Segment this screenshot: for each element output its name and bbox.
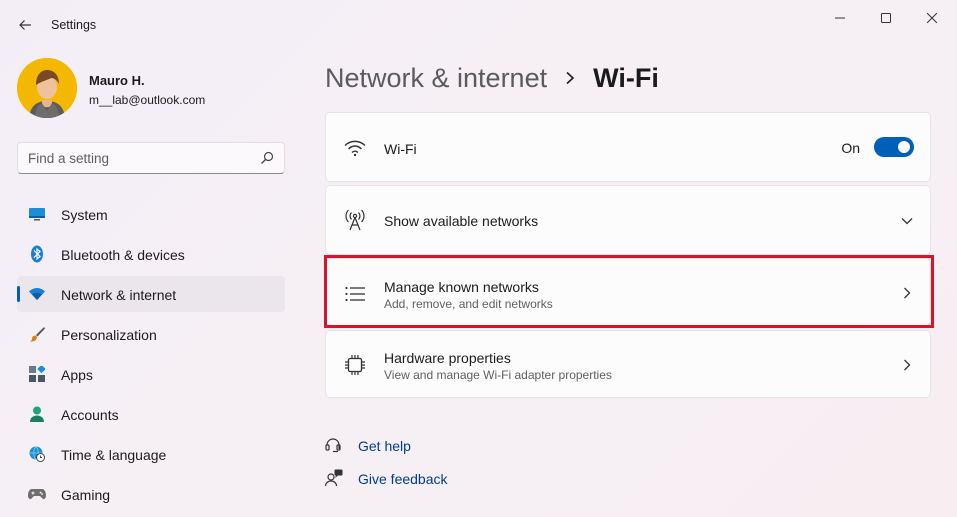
antenna-icon — [344, 209, 366, 231]
wifi-signal-icon — [344, 137, 366, 159]
show-networks-card[interactable]: Show available networks — [325, 185, 931, 255]
show-networks-title: Show available networks — [384, 213, 539, 229]
back-button[interactable] — [12, 12, 38, 38]
apps-icon — [28, 366, 46, 382]
user-email: m__lab@outlook.com — [89, 93, 206, 107]
user-name: Mauro H. — [89, 73, 145, 88]
manage-networks-title: Manage known networks — [384, 279, 539, 295]
sidebar-item-label: System — [61, 207, 108, 223]
bluetooth-icon — [28, 245, 46, 263]
maximize-button[interactable] — [863, 4, 909, 32]
wifi-icon — [28, 286, 46, 302]
get-help-link[interactable]: Get help — [325, 435, 525, 457]
give-feedback-link[interactable]: Give feedback — [325, 468, 525, 490]
get-help-label: Get help — [358, 438, 411, 454]
help-icon — [325, 436, 343, 454]
sidebar-item-gaming[interactable]: Gaming — [17, 476, 285, 512]
search-input[interactable] — [28, 143, 253, 173]
avatar — [17, 58, 77, 118]
feedback-icon — [325, 469, 343, 487]
wifi-toggle-switch[interactable] — [874, 137, 914, 157]
back-arrow-icon — [19, 20, 31, 30]
globe-clock-icon — [28, 446, 46, 462]
manage-networks-subtitle: Add, remove, and edit networks — [384, 297, 553, 311]
sidebar-item-label: Bluetooth & devices — [61, 247, 185, 263]
title-bar: Settings — [0, 0, 957, 50]
sidebar-item-system[interactable]: System — [17, 196, 285, 232]
chip-icon — [344, 354, 366, 376]
close-icon — [927, 13, 937, 23]
toggle-knob — [898, 141, 910, 153]
brush-icon — [28, 326, 46, 342]
sidebar-item-time-language[interactable]: Time & language — [17, 436, 285, 472]
sidebar-item-personalization[interactable]: Personalization — [17, 316, 285, 352]
hardware-properties-title: Hardware properties — [384, 350, 511, 366]
chevron-down-icon — [900, 214, 914, 228]
system-icon — [28, 206, 46, 222]
breadcrumb: Network & internet Wi-Fi — [325, 58, 659, 98]
sidebar-item-label: Gaming — [61, 487, 111, 503]
minimize-button[interactable] — [817, 4, 863, 32]
give-feedback-label: Give feedback — [358, 471, 448, 487]
breadcrumb-separator-icon — [565, 71, 575, 85]
sidebar-item-label: Network & internet — [61, 287, 177, 303]
sidebar-item-apps[interactable]: Apps — [17, 356, 285, 392]
gamepad-icon — [28, 486, 46, 502]
sidebar-item-label: Accounts — [61, 407, 119, 423]
chevron-right-icon — [900, 286, 914, 300]
search-box[interactable] — [17, 142, 285, 174]
breadcrumb-parent[interactable]: Network & internet — [325, 63, 547, 94]
hardware-properties-subtitle: View and manage Wi-Fi adapter properties — [384, 368, 612, 382]
app-title: Settings — [51, 18, 97, 32]
avatar-person-icon — [17, 58, 77, 118]
sidebar-item-label: Personalization — [61, 327, 157, 343]
sidebar-item-bluetooth[interactable]: Bluetooth & devices — [17, 236, 285, 272]
wifi-title: Wi-Fi — [384, 141, 417, 157]
settings-window: Settings Mauro H. m__lab@outlook.com Fin… — [0, 0, 957, 517]
hardware-properties-card[interactable]: Hardware properties View and manage Wi-F… — [325, 330, 931, 398]
close-button[interactable] — [909, 4, 955, 32]
page-title: Wi-Fi — [593, 62, 659, 93]
sidebar-item-label: Apps — [61, 367, 93, 383]
chevron-right-icon — [900, 358, 914, 372]
wifi-toggle-card: Wi-Fi On — [325, 112, 931, 182]
minimize-icon — [835, 17, 845, 19]
sidebar-nav: System Bluetooth & devices Network & int… — [17, 196, 285, 516]
maximize-icon — [881, 13, 891, 23]
list-icon — [344, 283, 366, 305]
person-icon — [28, 406, 46, 422]
search-icon[interactable] — [260, 151, 274, 165]
sidebar-item-label: Time & language — [61, 447, 167, 463]
sidebar-item-network[interactable]: Network & internet — [17, 276, 285, 312]
manage-known-networks-card[interactable]: Manage known networks Add, remove, and e… — [325, 258, 931, 326]
sidebar-item-accounts[interactable]: Accounts — [17, 396, 285, 432]
wifi-toggle-label: On — [841, 140, 860, 156]
